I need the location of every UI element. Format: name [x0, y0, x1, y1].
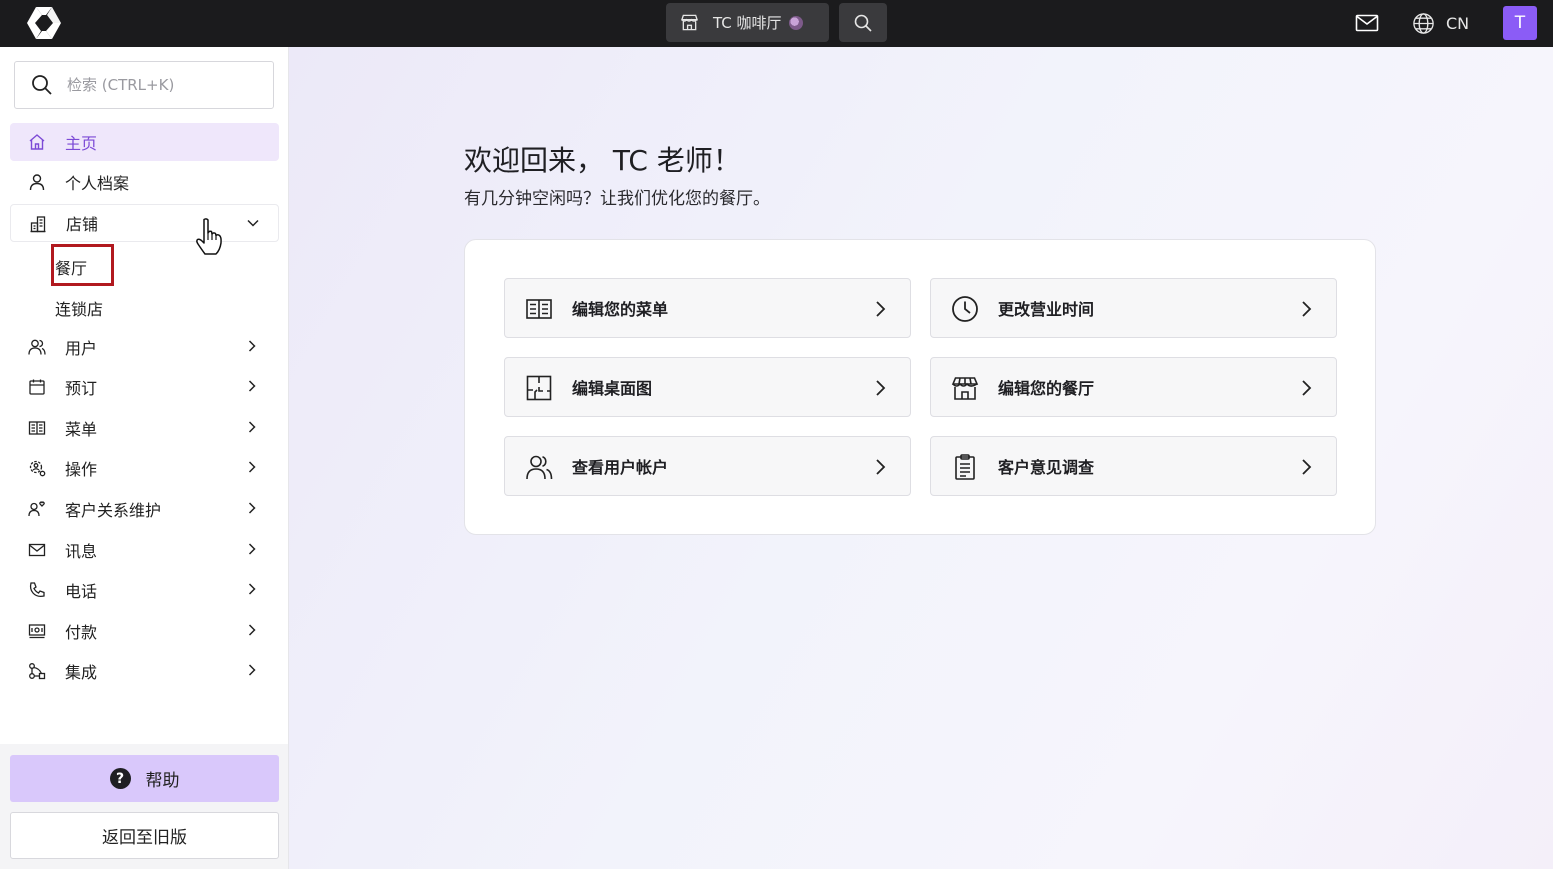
sidebar-item-operations[interactable]: 操作 [10, 449, 279, 487]
phone-icon [29, 582, 45, 598]
edit-restaurant-button[interactable]: 编辑您的餐厅 [930, 357, 1337, 417]
gear-people-icon [29, 460, 46, 477]
home-icon [29, 134, 45, 150]
store-switcher[interactable]: TC 咖啡厅 [666, 3, 829, 42]
sidebar-item-label: 预订 [65, 379, 98, 398]
language-label: CN [1446, 14, 1470, 33]
customer-heart-icon [28, 501, 45, 517]
sidebar-item-label: 用户 [65, 339, 98, 358]
chevron-down-icon [247, 219, 259, 227]
user-avatar[interactable]: T [1503, 6, 1537, 40]
page-title: 欢迎回来， TC 老师！ [464, 144, 741, 177]
sidebar-item-label: 主页 [65, 134, 98, 153]
chevron-right-icon [1302, 301, 1312, 317]
sidebar-item-payments[interactable]: 付款 [10, 612, 279, 650]
search-input[interactable] [67, 76, 257, 94]
action-label: 编辑您的菜单 [572, 300, 669, 319]
action-label: 客户意见调查 [998, 458, 1095, 477]
page-subtitle: 有几分钟空闲吗？让我们优化您的餐厅。 [464, 189, 770, 209]
chevron-right-icon [248, 461, 256, 473]
storefront-icon [680, 14, 699, 31]
integration-icon [29, 663, 46, 680]
sidebar-item-label: 个人档案 [65, 174, 130, 193]
sidebar-item-label: 集成 [65, 663, 98, 682]
highlight-box [51, 244, 114, 286]
person-icon [29, 174, 45, 191]
chevron-right-icon [1302, 459, 1312, 475]
sidebar-item-label: 菜单 [65, 420, 98, 439]
top-bar: TC 咖啡厅 CN T [0, 0, 1553, 47]
sidebar-item-crm[interactable]: 客户关系维护 [10, 490, 279, 528]
payment-icon [28, 624, 46, 639]
help-button[interactable]: ? 帮助 [10, 755, 279, 802]
legacy-version-button[interactable]: 返回至旧版 [10, 812, 279, 859]
search-icon [32, 75, 52, 95]
store-name: TC 咖啡厅 [713, 14, 782, 32]
action-label: 查看用户帐户 [572, 458, 669, 477]
sidebar-item-profile[interactable]: 个人档案 [10, 163, 279, 201]
sidebar-item-stores[interactable]: 店铺 [10, 204, 279, 242]
users-icon [28, 339, 46, 355]
store-avatar [788, 15, 803, 30]
change-hours-button[interactable]: 更改营业时间 [930, 278, 1337, 338]
quick-actions-card: 编辑您的菜单 更改营业时间 编辑桌面图 编辑您的餐厅 查看用户帐户 客户意见调查 [464, 239, 1376, 535]
users-icon [526, 455, 553, 480]
chevron-right-icon [248, 543, 256, 555]
action-label: 更改营业时间 [998, 300, 1095, 319]
storefront-icon [951, 377, 979, 400]
chevron-right-icon [248, 380, 256, 392]
chevron-right-icon [248, 340, 256, 352]
help-icon: ? [109, 768, 131, 789]
sidebar-item-label: 电话 [65, 582, 98, 601]
chevron-right-icon [248, 664, 256, 676]
floorplan-icon [526, 375, 552, 401]
chevron-right-icon [1302, 380, 1312, 396]
sidebar-item-home[interactable]: 主页 [10, 123, 279, 161]
sidebar-item-label: 讯息 [65, 542, 98, 561]
main-content: 欢迎回来， TC 老师！ 有几分钟空闲吗？让我们优化您的餐厅。 编辑您的菜单 更… [289, 47, 1553, 869]
edit-menu-button[interactable]: 编辑您的菜单 [504, 278, 911, 338]
sidebar-item-menu[interactable]: 菜单 [10, 409, 279, 447]
sidebar-item-reservations[interactable]: 预订 [10, 368, 279, 406]
sidebar-item-phone[interactable]: 电话 [10, 571, 279, 609]
mail-icon[interactable] [1355, 13, 1379, 33]
language-selector[interactable]: CN [1412, 12, 1469, 35]
menu-book-icon [28, 421, 46, 435]
chevron-right-icon [876, 380, 886, 396]
building-icon [30, 216, 46, 233]
action-label: 编辑桌面图 [572, 379, 653, 398]
global-search-button[interactable] [839, 3, 887, 42]
sidebar-item-label: 付款 [65, 623, 98, 642]
sidebar-item-users[interactable]: 用户 [10, 328, 279, 366]
chevron-right-icon [248, 421, 256, 433]
clock-icon [952, 296, 978, 322]
customer-survey-button[interactable]: 客户意见调查 [930, 436, 1337, 496]
sidebar-item-messages[interactable]: 讯息 [10, 531, 279, 569]
calendar-icon [29, 379, 45, 395]
sidebar-item-label: 客户关系维护 [65, 501, 162, 520]
sidebar-search[interactable] [14, 61, 274, 109]
sidebar-item-integrations[interactable]: 集成 [10, 652, 279, 690]
sidebar-item-label: 店铺 [66, 215, 99, 234]
sidebar-subitem-chain-stores[interactable]: 连锁店 [55, 296, 103, 320]
chevron-right-icon [876, 459, 886, 475]
mail-icon [28, 543, 46, 557]
hand-cursor-icon [196, 218, 222, 255]
search-icon [854, 14, 872, 32]
sidebar: 主页 个人档案 店铺 餐厅 连锁店 用户 预订 [0, 47, 289, 869]
clipboard-icon [955, 454, 975, 480]
help-label: 帮助 [145, 771, 180, 791]
edit-floorplan-button[interactable]: 编辑桌面图 [504, 357, 911, 417]
chevron-right-icon [248, 502, 256, 514]
menu-book-icon [526, 299, 552, 319]
chevron-right-icon [248, 624, 256, 636]
app-logo-icon[interactable] [26, 6, 62, 40]
chevron-right-icon [248, 583, 256, 595]
globe-icon [1413, 13, 1434, 34]
action-label: 编辑您的餐厅 [998, 379, 1095, 398]
sidebar-item-label: 操作 [65, 460, 98, 479]
chevron-right-icon [876, 301, 886, 317]
view-user-accounts-button[interactable]: 查看用户帐户 [504, 436, 911, 496]
